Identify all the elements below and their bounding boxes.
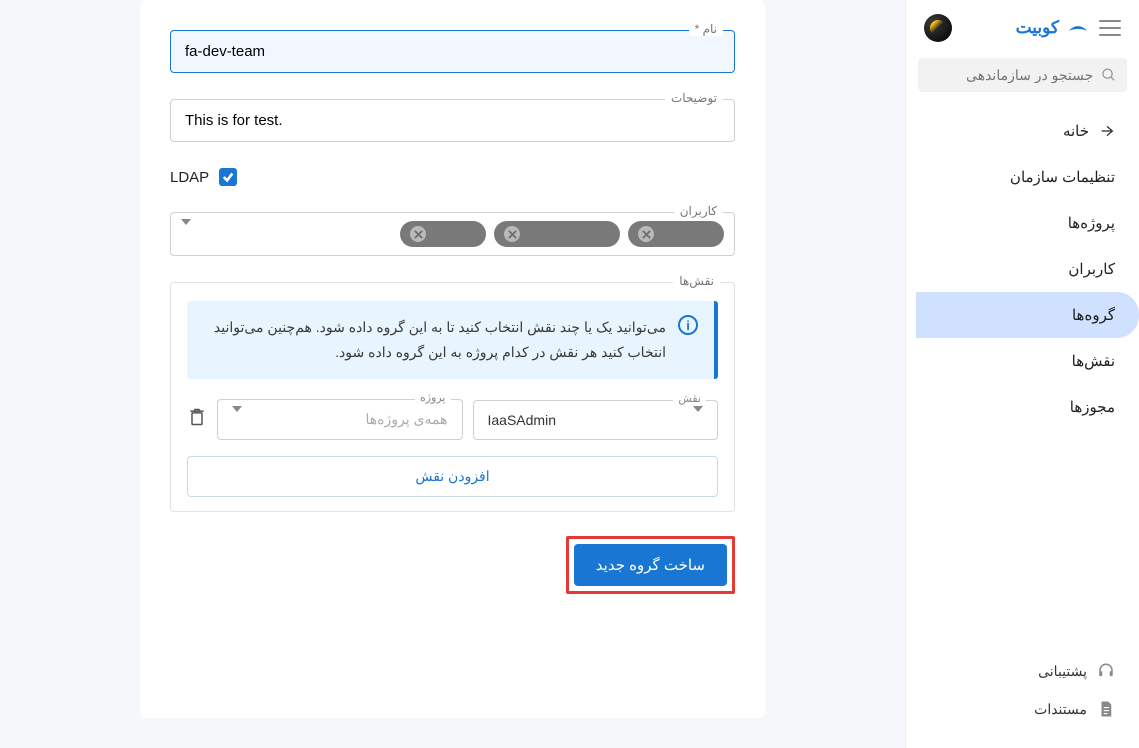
nav-roles[interactable]: نقش‌ها [916,338,1139,384]
users-field: کاربران [170,212,735,256]
nav-licenses[interactable]: مجوزها [916,384,1139,430]
info-box: i می‌توانید یک یا چند نقش انتخاب کنید تا… [187,301,718,379]
nav-label: مجوزها [1070,398,1115,416]
desc-input[interactable] [170,99,735,142]
users-input[interactable] [170,212,735,256]
project-select[interactable]: همه‌ی پروژه‌ها [217,399,463,440]
main-content: نام * توضیحات LDAP کاربران نقش‌ها i م [0,0,905,748]
add-role-button[interactable]: افزودن نقش [187,456,718,497]
headset-icon [1097,662,1115,680]
submit-row: ساخت گروه جدید [170,536,735,594]
brand-name: کوبیت [1016,18,1059,38]
highlight-box: ساخت گروه جدید [566,536,735,594]
nav-users[interactable]: کاربران [916,246,1139,292]
ldap-row[interactable]: LDAP [170,168,735,186]
nav-label: مستندات [1034,701,1087,718]
nav-footer: پشتیبانی مستندات [906,642,1139,748]
nav-label: پروژه‌ها [1068,214,1115,232]
role-select-label: نقش [673,392,706,405]
role-select-wrap: نقش IaaSAdmin [473,400,719,440]
brand-logo-icon [1067,21,1089,35]
search-input[interactable] [928,67,1093,83]
search-icon [1101,66,1117,84]
delete-role-button[interactable] [187,406,207,433]
arrow-icon [1099,123,1115,139]
nav-label: خانه [1063,122,1089,140]
nav-projects[interactable]: پروژه‌ها [916,200,1139,246]
trash-icon [187,406,207,428]
nav-label: پشتیبانی [1038,663,1087,680]
nav-docs[interactable]: مستندات [916,690,1139,728]
caret-icon [693,412,703,428]
ldap-checkbox[interactable] [219,168,237,186]
nav-label: گروه‌ها [1072,306,1115,324]
roles-panel: نقش‌ها i می‌توانید یک یا چند نقش انتخاب … [170,282,735,512]
project-placeholder: همه‌ی پروژه‌ها [366,411,448,428]
chip-remove-icon[interactable] [410,226,426,242]
project-select-wrap: پروژه همه‌ی پروژه‌ها [217,399,463,440]
caret-icon [232,412,242,428]
nav-label: کاربران [1068,260,1115,278]
menu-icon[interactable] [1099,20,1121,36]
nav-groups[interactable]: گروه‌ها [916,292,1139,338]
form-card: نام * توضیحات LDAP کاربران نقش‌ها i م [140,0,765,718]
check-icon [222,171,234,183]
sidebar-header: کوبیت [906,0,1139,52]
nav-support[interactable]: پشتیبانی [916,652,1139,690]
dropdown-caret-icon[interactable] [181,225,191,243]
document-icon [1097,700,1115,718]
desc-label: توضیحات [665,91,723,105]
users-label: کاربران [674,204,723,218]
user-chip [628,221,724,247]
chip-remove-icon[interactable] [504,226,520,242]
user-chip [400,221,486,247]
nav-org-settings[interactable]: تنظیمات سازمان [916,154,1139,200]
nav-label: تنظیمات سازمان [1010,168,1115,186]
info-text: می‌توانید یک یا چند نقش انتخاب کنید تا ب… [203,315,666,365]
avatar[interactable] [924,14,952,42]
desc-field: توضیحات [170,99,735,142]
name-label: نام * [689,22,723,36]
nav-home[interactable]: خانه [916,108,1139,154]
user-chip [494,221,620,247]
ldap-label: LDAP [170,169,209,186]
name-input[interactable] [170,30,735,73]
name-field: نام * [170,30,735,73]
role-select[interactable]: IaaSAdmin [473,400,719,440]
role-value: IaaSAdmin [488,412,556,428]
nav-list: خانه تنظیمات سازمان پروژه‌ها کاربران گرو… [906,102,1139,642]
search-field[interactable] [918,58,1127,92]
create-group-button[interactable]: ساخت گروه جدید [574,544,727,586]
nav-label: نقش‌ها [1072,352,1115,370]
roles-legend: نقش‌ها [673,274,720,288]
project-select-label: پروژه [415,391,451,404]
sidebar: کوبیت خانه تنظیمات سازمان پروژه‌ها کاربر… [905,0,1139,748]
role-row: نقش IaaSAdmin پروژه همه‌ی پروژه‌ها [187,399,718,440]
info-icon: i [678,315,698,335]
chip-remove-icon[interactable] [638,226,654,242]
brand[interactable]: کوبیت [1016,18,1089,38]
